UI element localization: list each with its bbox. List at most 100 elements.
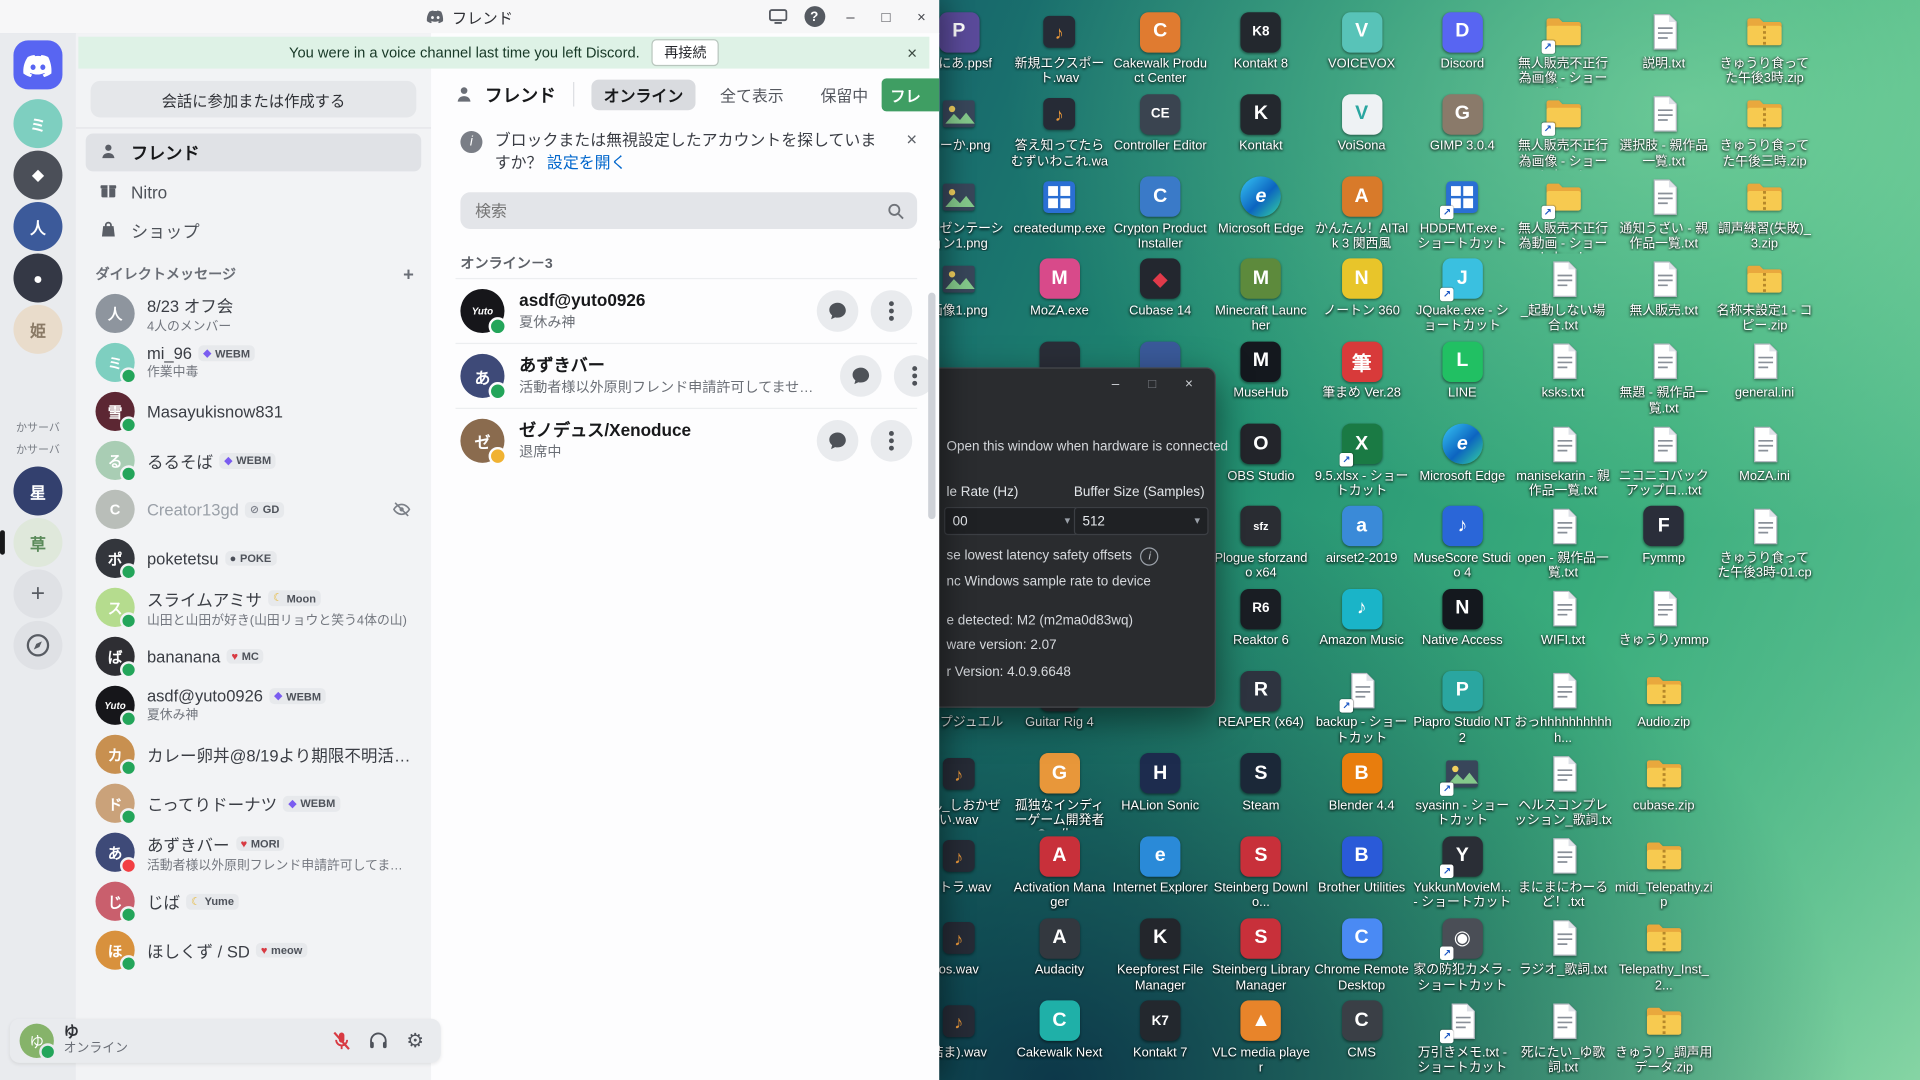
desktop-icon[interactable]: Nノートン 360 bbox=[1313, 257, 1411, 319]
desktop-icon[interactable]: KKontakt bbox=[1212, 92, 1310, 154]
desktop-icon[interactable]: SSteam bbox=[1212, 751, 1310, 813]
dm-item[interactable]: るるるそば◆WEBM bbox=[86, 436, 422, 485]
desktop-icon[interactable]: 無題 - 親作品一覧.txt bbox=[1615, 339, 1713, 416]
desktop-icon[interactable]: きゅうり食ってた午後三時.zip bbox=[1716, 92, 1814, 169]
sample-rate-select[interactable]: 00 ▾ bbox=[944, 507, 1079, 535]
maximize-button[interactable]: □ bbox=[868, 0, 904, 33]
add-server-button[interactable]: + bbox=[13, 569, 62, 618]
desktop-icon[interactable]: きゅうり食ってた午後3時-01.cpr bbox=[1716, 504, 1814, 582]
desktop-icon[interactable]: Aかんたん！AITalk 3 関西風 bbox=[1313, 175, 1411, 252]
hint-close-icon[interactable]: × bbox=[906, 130, 917, 151]
desktop-icon[interactable]: ↗万引きメモ.txt - ショートカット bbox=[1413, 999, 1511, 1076]
more-button[interactable] bbox=[871, 420, 913, 462]
desktop-icon[interactable]: おっhhhhhhhhhhh... bbox=[1514, 669, 1612, 746]
dm-item[interactable]: カカレー卵丼@8/19より期限不明活動… bbox=[86, 730, 422, 779]
friend-row[interactable]: ああずきバー活動者様以外原則フレンド申請許可してません。 bbox=[456, 343, 918, 408]
desktop-icon[interactable]: AAudacity bbox=[1011, 916, 1109, 978]
desktop-icon[interactable]: 死にたい_ゆ歌詞.txt bbox=[1514, 999, 1612, 1076]
desktop-icon[interactable]: 名称未設定1 - コピー.zip bbox=[1716, 257, 1814, 334]
desktop-icon[interactable]: ♪答え知ってたらむずいわこれ.wav bbox=[1011, 92, 1109, 170]
desktop-icon[interactable]: NNative Access bbox=[1413, 587, 1511, 649]
add-friend-button[interactable]: フレ bbox=[882, 78, 940, 111]
server-icon[interactable]: ミ bbox=[13, 99, 62, 148]
search-input[interactable] bbox=[473, 200, 887, 221]
sidebar-item-friends[interactable]: フレンド bbox=[86, 133, 422, 171]
desktop-icon[interactable]: J↗JQuake.exe - ショートカット bbox=[1413, 257, 1511, 334]
desktop-icon[interactable]: ♪新規エクスポート.wav bbox=[1011, 10, 1109, 87]
open-when-connected-option[interactable]: Open this window when hardware is connec… bbox=[947, 440, 1229, 455]
desktop-icon[interactable]: CChrome Remote Desktop bbox=[1313, 916, 1411, 993]
tab-オンライン[interactable]: オンライン bbox=[591, 79, 695, 110]
desktop-icon[interactable]: ↗HDDFMT.exe - ショートカット bbox=[1413, 175, 1511, 252]
desktop-icon[interactable]: ↗syasinn - ショートカット bbox=[1413, 751, 1511, 828]
home-button[interactable] bbox=[13, 40, 62, 89]
desktop-icon[interactable]: 無人販売.txt bbox=[1615, 257, 1713, 319]
desktop-icon[interactable]: manisekarin - 親作品一覧.txt bbox=[1514, 422, 1612, 499]
desktop-icon[interactable]: cubase.zip bbox=[1615, 751, 1713, 813]
desktop-icon[interactable]: AActivation Manager bbox=[1011, 834, 1109, 911]
mic-muted-icon[interactable] bbox=[326, 1025, 358, 1057]
server-icon[interactable]: ● bbox=[13, 253, 62, 302]
server-icon[interactable]: ◆ bbox=[13, 151, 62, 200]
desktop-icon[interactable]: まにまにわーるど！.txt bbox=[1514, 834, 1612, 911]
tab-保留中[interactable]: 保留中 bbox=[808, 79, 880, 110]
help-icon[interactable]: ? bbox=[796, 0, 833, 33]
dm-item[interactable]: ドこってりドーナツ◆WEBM bbox=[86, 779, 422, 828]
desktop-icon[interactable]: 通知うざい - 親作品一覧.txt bbox=[1615, 175, 1713, 252]
gear-icon[interactable]: ⚙ bbox=[399, 1025, 431, 1057]
desktop-icon[interactable]: ↗無人販売不正行為画像 - ショートカット bbox=[1514, 92, 1612, 170]
desktop-icon[interactable]: Telepathy_Inst_2... bbox=[1615, 916, 1713, 993]
desktop-icon[interactable]: 調声練習(失敗)_3.zip bbox=[1716, 175, 1814, 252]
sidebar-item-shop[interactable]: ショップ bbox=[86, 212, 422, 250]
desktop-icon[interactable]: DDiscord bbox=[1413, 10, 1511, 72]
desktop-icon[interactable]: open - 親作品一覧.txt bbox=[1514, 504, 1612, 581]
avatar[interactable]: ゆ bbox=[20, 1024, 54, 1058]
desktop-icon[interactable]: ♪MuseScore Studio 4 bbox=[1413, 504, 1511, 581]
desktop-icon[interactable]: G孤独なインディーゲーム開発者の一生... bbox=[1011, 751, 1109, 829]
message-button[interactable] bbox=[817, 420, 859, 462]
desktop-icon[interactable]: FFymmp bbox=[1615, 504, 1713, 566]
dm-item[interactable]: ほほしくず / SD♥meow bbox=[86, 926, 422, 975]
desktop-icon[interactable]: ヘルスコンプレッション_歌詞.txt bbox=[1514, 751, 1612, 829]
dm-item[interactable]: CCreator13gd⊘GD bbox=[86, 485, 422, 534]
desktop-icon[interactable]: RREAPER (x64) bbox=[1212, 669, 1310, 731]
message-button[interactable] bbox=[840, 355, 882, 397]
dm-item[interactable]: ススライムアミサ☾Moon山田と山田が好き(山田リョウと笑う4体の山) bbox=[86, 583, 422, 632]
desktop-icon[interactable]: ♪Amazon Music bbox=[1313, 587, 1411, 649]
dm-item[interactable]: ミmi_96◆WEBM作業中毒 bbox=[86, 338, 422, 387]
server-icon[interactable]: 星 bbox=[13, 467, 62, 516]
desktop-icon[interactable]: ◉↗家の防犯カメラ - ショートカット bbox=[1413, 916, 1511, 993]
desktop-icon[interactable]: BBrother Utilities bbox=[1313, 834, 1411, 896]
dm-item[interactable]: Yutoasdf@yuto0926◆WEBM夏休み神 bbox=[86, 681, 422, 730]
buffer-size-select[interactable]: 512 ▾ bbox=[1074, 507, 1209, 535]
sidebar-item-nitro[interactable]: Nitro bbox=[86, 173, 422, 211]
server-icon[interactable]: 草 bbox=[13, 518, 62, 567]
create-dm-icon[interactable]: + bbox=[403, 264, 414, 285]
desktop-icon[interactable]: 選択肢 - 親作品一覧.txt bbox=[1615, 92, 1713, 169]
desktop-icon[interactable]: MoZA.ini bbox=[1716, 422, 1814, 484]
desktop-icon[interactable]: eMicrosoft Edge bbox=[1212, 175, 1310, 237]
monitor-icon[interactable] bbox=[759, 0, 796, 33]
desktop-icon[interactable]: CCakewalk Product Center bbox=[1111, 10, 1209, 87]
desktop-icon[interactable]: K7Kontakt 7 bbox=[1111, 999, 1209, 1061]
desktop-icon[interactable]: VVoiSona bbox=[1313, 92, 1411, 154]
open-settings-link[interactable]: 設定を開く bbox=[547, 153, 627, 171]
desktop-icon[interactable]: K8Kontakt 8 bbox=[1212, 10, 1310, 72]
banner-close-icon[interactable]: × bbox=[907, 43, 917, 63]
desktop-icon[interactable]: ksks.txt bbox=[1514, 339, 1612, 401]
desktop-icon[interactable]: eMicrosoft Edge bbox=[1413, 422, 1511, 484]
desktop-icon[interactable]: MMuseHub bbox=[1212, 339, 1310, 401]
dialog-maximize-button[interactable]: □ bbox=[1136, 372, 1168, 396]
dialog-close-button[interactable]: × bbox=[1173, 372, 1205, 396]
friend-row[interactable]: ゼゼノデュス/Xenoduce退席中 bbox=[456, 408, 918, 473]
desktop-icon[interactable]: SSteinberg Library Manager bbox=[1212, 916, 1310, 993]
more-button[interactable] bbox=[871, 290, 913, 332]
desktop-icon[interactable]: general.ini bbox=[1716, 339, 1814, 401]
desktop-icon[interactable]: WIFI.txt bbox=[1514, 587, 1612, 649]
dm-item[interactable]: 雪Masayukisnow831 bbox=[86, 387, 422, 436]
dm-item[interactable]: 人8/23 オフ会4人のメンバー bbox=[86, 289, 422, 338]
desktop-icon[interactable]: ↗無人販売不正行為画像 - ショートカッ... bbox=[1514, 10, 1612, 88]
desktop-icon[interactable]: Audio.zip bbox=[1615, 669, 1713, 731]
desktop-icon[interactable]: CCMS bbox=[1313, 999, 1411, 1061]
server-icon[interactable]: 人 bbox=[13, 202, 62, 251]
